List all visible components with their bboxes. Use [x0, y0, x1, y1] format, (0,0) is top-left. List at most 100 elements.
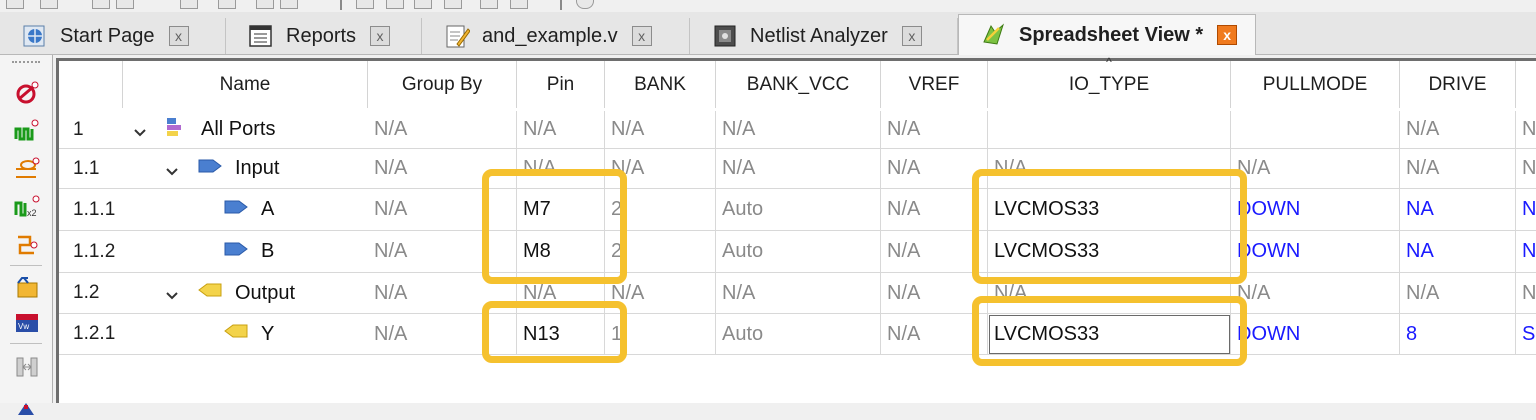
- pin-cell[interactable]: N/A: [517, 149, 605, 189]
- next-cell[interactable]: N: [1516, 149, 1536, 189]
- bank-vcc-cell[interactable]: N/A: [716, 111, 881, 149]
- pullmode-cell[interactable]: DOWN: [1231, 314, 1400, 355]
- pin-cell[interactable]: N/A: [517, 273, 605, 314]
- row-number[interactable]: 1.2.1: [59, 314, 123, 355]
- group-by-cell[interactable]: N/A: [368, 231, 517, 273]
- vref-cell[interactable]: N/A: [881, 189, 988, 231]
- pin-cell[interactable]: M7: [517, 189, 605, 231]
- drive-cell[interactable]: N/A: [1400, 149, 1516, 189]
- tab-spreadsheet-view[interactable]: Spreadsheet View * x: [958, 14, 1256, 55]
- bank-vcc-cell[interactable]: N/A: [716, 149, 881, 189]
- bank-cell[interactable]: 1: [605, 314, 716, 355]
- tab-start-page[interactable]: Start Page x: [0, 18, 226, 54]
- tab-close-button[interactable]: x: [631, 26, 652, 46]
- toolbar-button[interactable]: [6, 0, 24, 9]
- pullmode-cell[interactable]: [1231, 111, 1400, 149]
- chevron-down-icon[interactable]: [133, 123, 147, 137]
- row-name-cell[interactable]: B: [123, 231, 368, 273]
- group-by-cell[interactable]: N/A: [368, 111, 517, 149]
- drive-cell[interactable]: NA: [1400, 231, 1516, 273]
- vref-cell[interactable]: N/A: [881, 111, 988, 149]
- row-name-cell[interactable]: A: [123, 189, 368, 231]
- column-header-bank-vcc[interactable]: BANK_VCC: [716, 61, 881, 108]
- sidebar-tool-pll-icon[interactable]: x2: [14, 195, 40, 219]
- pin-cell[interactable]: N13: [517, 314, 605, 355]
- drive-cell[interactable]: N/A: [1400, 273, 1516, 314]
- chevron-down-icon[interactable]: [165, 162, 179, 176]
- column-header-vref[interactable]: VREF: [881, 61, 988, 108]
- toolbar-button[interactable]: [180, 0, 198, 9]
- toolbar-button[interactable]: [480, 0, 498, 9]
- toolbar-button[interactable]: [92, 0, 110, 9]
- next-cell[interactable]: S: [1516, 314, 1536, 355]
- group-by-cell[interactable]: N/A: [368, 314, 517, 355]
- bank-vcc-cell[interactable]: Auto: [716, 189, 881, 231]
- group-by-cell[interactable]: N/A: [368, 273, 517, 314]
- bank-cell[interactable]: N/A: [605, 111, 716, 149]
- bank-vcc-cell[interactable]: Auto: [716, 314, 881, 355]
- bank-cell[interactable]: N/A: [605, 273, 716, 314]
- next-cell[interactable]: N: [1516, 111, 1536, 149]
- toolbar-button[interactable]: [116, 0, 134, 9]
- tab-close-button[interactable]: x: [370, 26, 391, 46]
- pullmode-cell[interactable]: N/A: [1231, 149, 1400, 189]
- io-type-cell[interactable]: [988, 111, 1231, 149]
- tab-close-button[interactable]: x: [1217, 25, 1238, 45]
- column-header-bank[interactable]: BANK: [605, 61, 716, 108]
- tab-close-button[interactable]: x: [901, 26, 922, 46]
- vref-cell[interactable]: N/A: [881, 314, 988, 355]
- sidebar-tool-signal-icon[interactable]: [14, 157, 40, 181]
- next-cell[interactable]: N: [1516, 189, 1536, 231]
- vref-cell[interactable]: N/A: [881, 273, 988, 314]
- toolbar-button[interactable]: [386, 0, 404, 9]
- io-type-cell[interactable]: LVCMOS33: [988, 314, 1231, 355]
- column-header-io-type[interactable]: ^ IO_TYPE: [988, 55, 1231, 108]
- sidebar-tool-split-icon[interactable]: [14, 355, 40, 379]
- chevron-down-icon[interactable]: [165, 286, 179, 300]
- io-type-cell[interactable]: N/A: [988, 273, 1231, 314]
- pullmode-cell[interactable]: N/A: [1231, 273, 1400, 314]
- column-header-group-by[interactable]: Group By: [368, 61, 517, 108]
- io-type-cell[interactable]: N/A: [988, 149, 1231, 189]
- row-number[interactable]: 1.1.2: [59, 231, 123, 273]
- bank-cell[interactable]: 2: [605, 189, 716, 231]
- io-type-cell[interactable]: LVCMOS33: [988, 189, 1231, 231]
- toolbar-button[interactable]: [280, 0, 298, 9]
- tab-and-example-v[interactable]: and_example.v x: [422, 18, 690, 54]
- toolbar-button[interactable]: [510, 0, 528, 9]
- column-header-name[interactable]: Name: [123, 61, 368, 108]
- group-by-cell[interactable]: N/A: [368, 189, 517, 231]
- drive-cell[interactable]: 8: [1400, 314, 1516, 355]
- drive-cell[interactable]: N/A: [1400, 111, 1516, 149]
- sidebar-tool-folder-icon[interactable]: [14, 275, 40, 299]
- row-number[interactable]: 1.2: [59, 273, 123, 314]
- row-name-cell[interactable]: Input: [123, 149, 368, 189]
- next-cell[interactable]: N: [1516, 273, 1536, 314]
- bank-cell[interactable]: N/A: [605, 149, 716, 189]
- column-header-pin[interactable]: Pin: [517, 61, 605, 108]
- column-header-drive[interactable]: DRIVE: [1400, 61, 1516, 108]
- io-type-cell[interactable]: LVCMOS33: [988, 231, 1231, 273]
- drive-cell[interactable]: NA: [1400, 189, 1516, 231]
- row-number[interactable]: 1: [59, 111, 123, 149]
- next-cell[interactable]: N: [1516, 231, 1536, 273]
- vref-cell[interactable]: N/A: [881, 231, 988, 273]
- bank-cell[interactable]: 2: [605, 231, 716, 273]
- toolbar-button[interactable]: [218, 0, 236, 9]
- column-header-pullmode[interactable]: PULLMODE: [1231, 61, 1400, 108]
- toolbar-button[interactable]: [576, 0, 594, 9]
- row-name-cell[interactable]: Y: [123, 314, 368, 355]
- group-by-cell[interactable]: N/A: [368, 149, 517, 189]
- pullmode-cell[interactable]: DOWN: [1231, 231, 1400, 273]
- toolbar-button[interactable]: [356, 0, 374, 9]
- sidebar-tool-route-icon[interactable]: [14, 233, 40, 257]
- tab-reports[interactable]: Reports x: [226, 18, 422, 54]
- pullmode-cell[interactable]: DOWN: [1231, 189, 1400, 231]
- toolbar-button[interactable]: [40, 0, 58, 9]
- tab-netlist-analyzer[interactable]: Netlist Analyzer x: [690, 18, 958, 54]
- sidebar-tool-partial-icon[interactable]: [14, 391, 40, 415]
- sidebar-tool-waveform-icon[interactable]: [14, 119, 40, 143]
- pin-cell[interactable]: N/A: [517, 111, 605, 149]
- toolbar-button[interactable]: [256, 0, 274, 9]
- toolbar-button[interactable]: [414, 0, 432, 9]
